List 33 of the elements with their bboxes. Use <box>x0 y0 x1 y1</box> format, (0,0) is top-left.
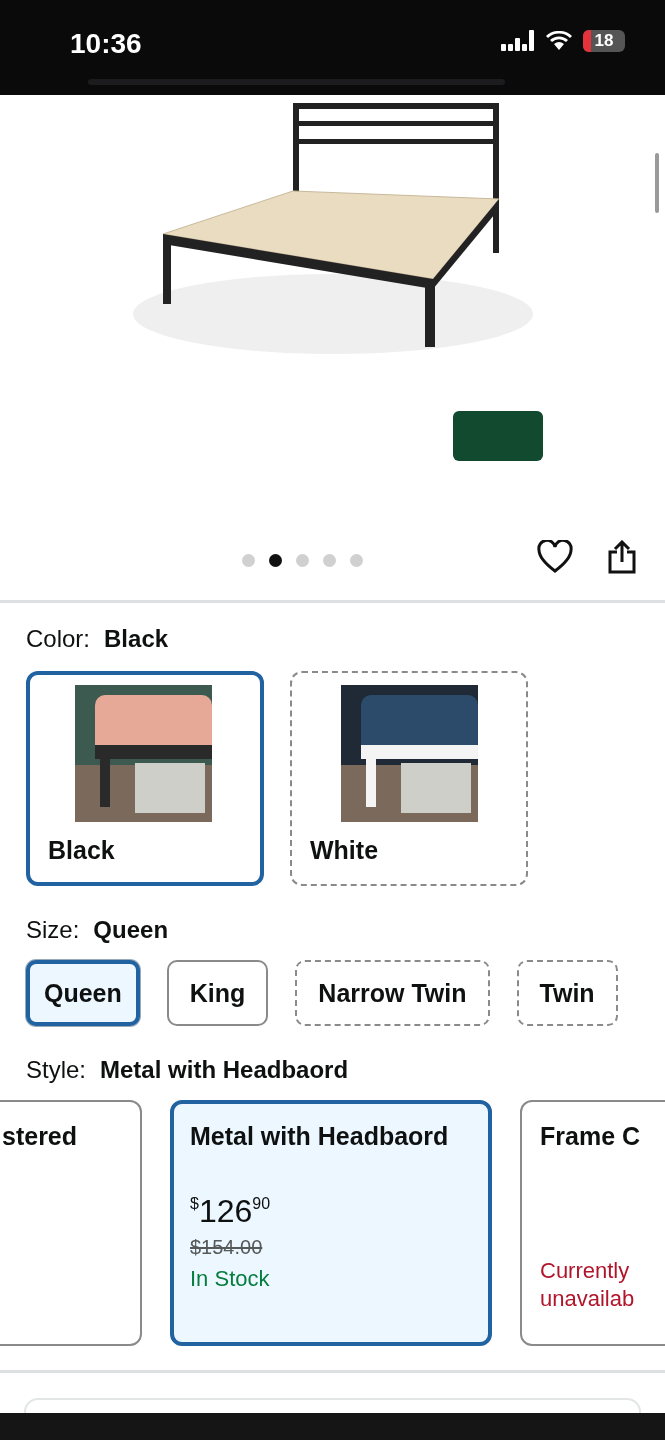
availability-status: In Stock <box>190 1265 271 1293</box>
price: $^{$}$126$^{90}$ <box>190 1193 272 1230</box>
size-option[interactable]: King <box>166 960 269 1026</box>
size-option[interactable]: Queen <box>26 960 140 1026</box>
list-price: $154.00 <box>190 1236 264 1259</box>
signal-icon <box>501 30 535 52</box>
size-option[interactable]: Twin <box>516 960 618 1026</box>
color-label: Color: <box>26 625 91 653</box>
style-option[interactable]: Metal with Headbaord $^{$}$126$^{90}$ $154.00 In Stock <box>170 1100 492 1346</box>
battery-indicator: 18 <box>583 30 625 52</box>
carousel-dot[interactable] <box>296 553 309 567</box>
style-value: Metal with Headbaord <box>100 1056 349 1084</box>
carousel-dot[interactable] <box>242 553 255 567</box>
color-option[interactable]: White <box>290 671 528 886</box>
heart-icon[interactable] <box>537 540 573 574</box>
style-name: Frame C <box>540 1122 642 1151</box>
style-name: stered <box>2 1122 79 1151</box>
wifi-icon <box>545 31 573 51</box>
availability-status: Currently unavailab <box>540 1256 636 1314</box>
style-option[interactable]: Frame C Currently unavailab <box>520 1100 665 1346</box>
carousel-dot[interactable] <box>269 553 282 567</box>
size-value: Queen <box>93 916 169 944</box>
style-label: Style: <box>26 1056 87 1084</box>
color-option[interactable]: Black <box>26 671 264 886</box>
style-option[interactable]: stered <box>0 1100 142 1346</box>
share-icon[interactable] <box>607 540 637 574</box>
size-label: Size: <box>26 916 80 944</box>
color-value: Black <box>104 625 169 653</box>
status-time: 10:36 <box>70 28 142 60</box>
style-name: Metal with Headbaord <box>190 1122 450 1151</box>
carousel-dot[interactable] <box>323 553 336 567</box>
size-option[interactable]: Narrow Twin <box>295 960 490 1026</box>
carousel-dot[interactable] <box>350 553 363 567</box>
